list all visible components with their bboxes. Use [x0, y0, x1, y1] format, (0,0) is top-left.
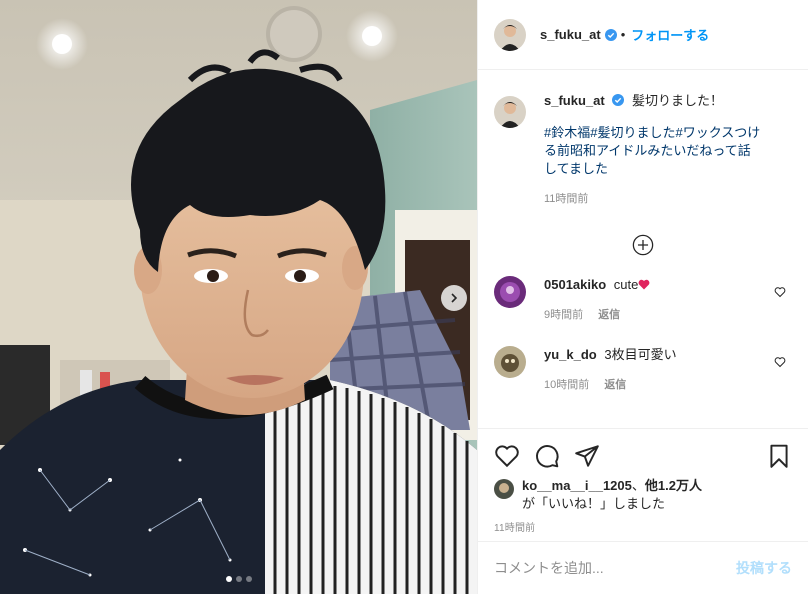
next-arrow-icon — [451, 293, 458, 303]
carousel-dot — [225, 576, 232, 582]
post-photo[interactable] — [0, 0, 477, 594]
comment-like-icon[interactable] — [774, 286, 786, 298]
likes-text: ko__ma__i__1205、他1.2万人 が「いいね！」しました — [522, 477, 702, 513]
commenter-avatar[interactable] — [494, 276, 526, 308]
avatar-image — [494, 18, 526, 51]
comment-input[interactable] — [494, 560, 736, 576]
comment-like-icon[interactable] — [774, 356, 786, 368]
caption-time: 11時間前 — [544, 193, 589, 205]
verified-icon — [612, 94, 625, 106]
action-bar — [494, 441, 792, 471]
carousel-dot — [245, 576, 252, 582]
post-actions: ko__ma__i__1205、他1.2万人 が「いいね！」しました 11時間前 — [478, 428, 808, 534]
post-timestamp[interactable]: 11時間前 — [494, 519, 792, 534]
heart-emoji-icon — [638, 279, 650, 290]
avatar-image — [494, 479, 514, 499]
avatar-image — [494, 346, 526, 378]
likes-summary: ko__ma__i__1205、他1.2万人 が「いいね！」しました — [494, 477, 792, 513]
verified-icon — [604, 28, 617, 41]
commenter-username[interactable]: 0501akiko — [544, 277, 606, 292]
commenter-avatar[interactable] — [494, 346, 526, 378]
post-comment-button[interactable]: 投稿する — [736, 558, 792, 578]
comment-time: 9時間前 — [544, 309, 584, 321]
heart-icon[interactable] — [494, 443, 520, 469]
comment-text: cute — [613, 277, 639, 292]
author-username[interactable]: s_fuku_at — [540, 27, 601, 42]
post-side-panel: s_fuku_at • フォローする s_fuku_at 髪切りました！ #鈴木… — [477, 0, 808, 594]
likes-others[interactable]: 他1.2万人 — [645, 478, 702, 493]
author-avatar[interactable] — [494, 18, 526, 51]
caption-avatar[interactable] — [494, 96, 526, 128]
comment-body: yu_k_do 3枚目可愛い 10時間前 返信 — [544, 346, 677, 394]
commenter-username[interactable]: yu_k_do — [544, 347, 597, 362]
comment-time: 10時間前 — [544, 379, 590, 391]
caption-body: s_fuku_at 髪切りました！ #鈴木福#髪切りました#ワックスつける前昭和… — [544, 90, 762, 208]
comment-body: 0501akiko cute 9時間前 返信 — [544, 276, 650, 324]
liker-avatar[interactable] — [494, 479, 514, 499]
comment-meta: 9時間前 返信 — [544, 306, 650, 324]
more-comments-icon[interactable] — [632, 234, 654, 256]
post-header: s_fuku_at • フォローする — [478, 0, 808, 70]
reply-button[interactable]: 返信 — [598, 309, 620, 321]
selfie-image — [0, 0, 477, 594]
instagram-post: s_fuku_at • フォローする s_fuku_at 髪切りました！ #鈴木… — [0, 0, 808, 594]
reply-button[interactable]: 返信 — [604, 379, 626, 391]
add-comment-bar: 投稿する — [478, 541, 808, 594]
comment-icon[interactable] — [534, 443, 560, 469]
likes-separator: 、 — [631, 478, 645, 493]
bookmark-icon[interactable] — [766, 443, 792, 469]
avatar-image — [494, 96, 526, 128]
caption-meta: 11時間前 — [544, 190, 762, 208]
caption-hashtags[interactable]: #鈴木福#髪切りました#ワックスつける前昭和アイドルみたいだねって話してました — [544, 124, 762, 178]
avatar-image — [494, 276, 526, 308]
comment-meta: 10時間前 返信 — [544, 376, 677, 394]
caption-text: 髪切りました！ — [631, 93, 723, 108]
comment-text: 3枚目可愛い — [604, 347, 677, 362]
likes-suffix: が「いいね！」しました — [522, 496, 666, 511]
next-photo-button[interactable] — [441, 285, 467, 311]
carousel-indicator — [0, 576, 477, 582]
follow-button[interactable]: フォローする — [631, 25, 709, 44]
share-icon[interactable] — [574, 443, 600, 469]
header-separator: • — [620, 27, 626, 42]
comments-list[interactable]: s_fuku_at 髪切りました！ #鈴木福#髪切りました#ワックスつける前昭和… — [478, 70, 808, 428]
caption-username[interactable]: s_fuku_at — [544, 93, 605, 108]
carousel-dot — [235, 576, 242, 582]
comment-item: yu_k_do 3枚目可愛い 10時間前 返信 — [494, 346, 792, 394]
liker-username[interactable]: ko__ma__i__1205 — [522, 478, 632, 493]
comment-item: 0501akiko cute 9時間前 返信 — [494, 276, 792, 324]
post-caption: s_fuku_at 髪切りました！ #鈴木福#髪切りました#ワックスつける前昭和… — [494, 90, 792, 208]
